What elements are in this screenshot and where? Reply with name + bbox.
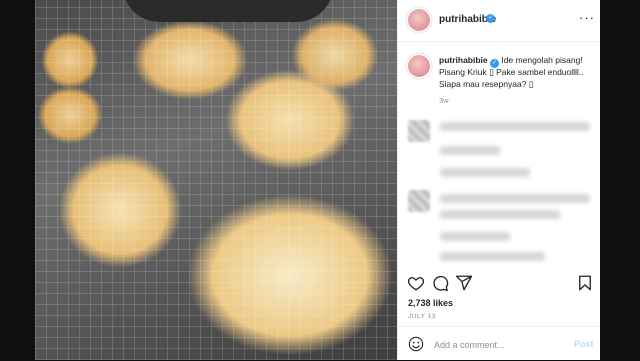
post-header: putrihabibie ✓ ··· xyxy=(398,0,601,42)
heart-icon[interactable] xyxy=(407,274,425,292)
blurred-text xyxy=(440,168,530,177)
comment-bar: Post xyxy=(398,326,601,361)
caption-username[interactable]: putrihabibie xyxy=(439,55,488,65)
blurred-text xyxy=(440,146,500,155)
likes-count[interactable]: 2,738 likes xyxy=(408,298,453,308)
blurred-text xyxy=(440,210,560,219)
comment-icon[interactable] xyxy=(431,274,449,292)
blurred-text xyxy=(440,232,510,241)
verified-badge-icon: ✓ xyxy=(490,59,500,68)
post-comment-button[interactable]: Post xyxy=(574,339,594,349)
blurred-comment xyxy=(408,190,593,261)
blurred-text xyxy=(440,122,590,131)
sambal-bowl xyxy=(123,0,333,22)
verified-badge-icon: ✓ xyxy=(486,14,495,23)
blurred-avatar xyxy=(408,190,430,212)
post-actions xyxy=(398,270,601,294)
blurred-avatar xyxy=(408,120,430,142)
avatar[interactable] xyxy=(408,55,430,77)
blurred-comment xyxy=(408,120,593,180)
avatar[interactable] xyxy=(408,9,430,31)
blurred-text xyxy=(440,194,590,203)
bookmark-icon[interactable] xyxy=(576,274,594,292)
blurred-text xyxy=(440,252,545,261)
share-icon[interactable] xyxy=(455,274,473,292)
comment-input[interactable] xyxy=(432,335,566,355)
emoji-icon[interactable] xyxy=(408,336,424,352)
caption: putrihabibie ✓ Ide mengolah pisang! Pisa… xyxy=(398,41,601,115)
post-photo[interactable]: › xyxy=(35,0,397,360)
post-details-panel: putrihabibie ✓ ··· putrihabibie ✓ Ide me… xyxy=(397,0,601,360)
more-options-icon[interactable]: ··· xyxy=(579,10,595,25)
caption-timestamp[interactable]: 3w xyxy=(439,96,449,105)
post-date: JULY 13 xyxy=(408,313,436,320)
caption-text: putrihabibie ✓ Ide mengolah pisang! Pisa… xyxy=(439,55,591,90)
backdrop xyxy=(600,0,640,360)
cooling-rack xyxy=(35,0,397,360)
